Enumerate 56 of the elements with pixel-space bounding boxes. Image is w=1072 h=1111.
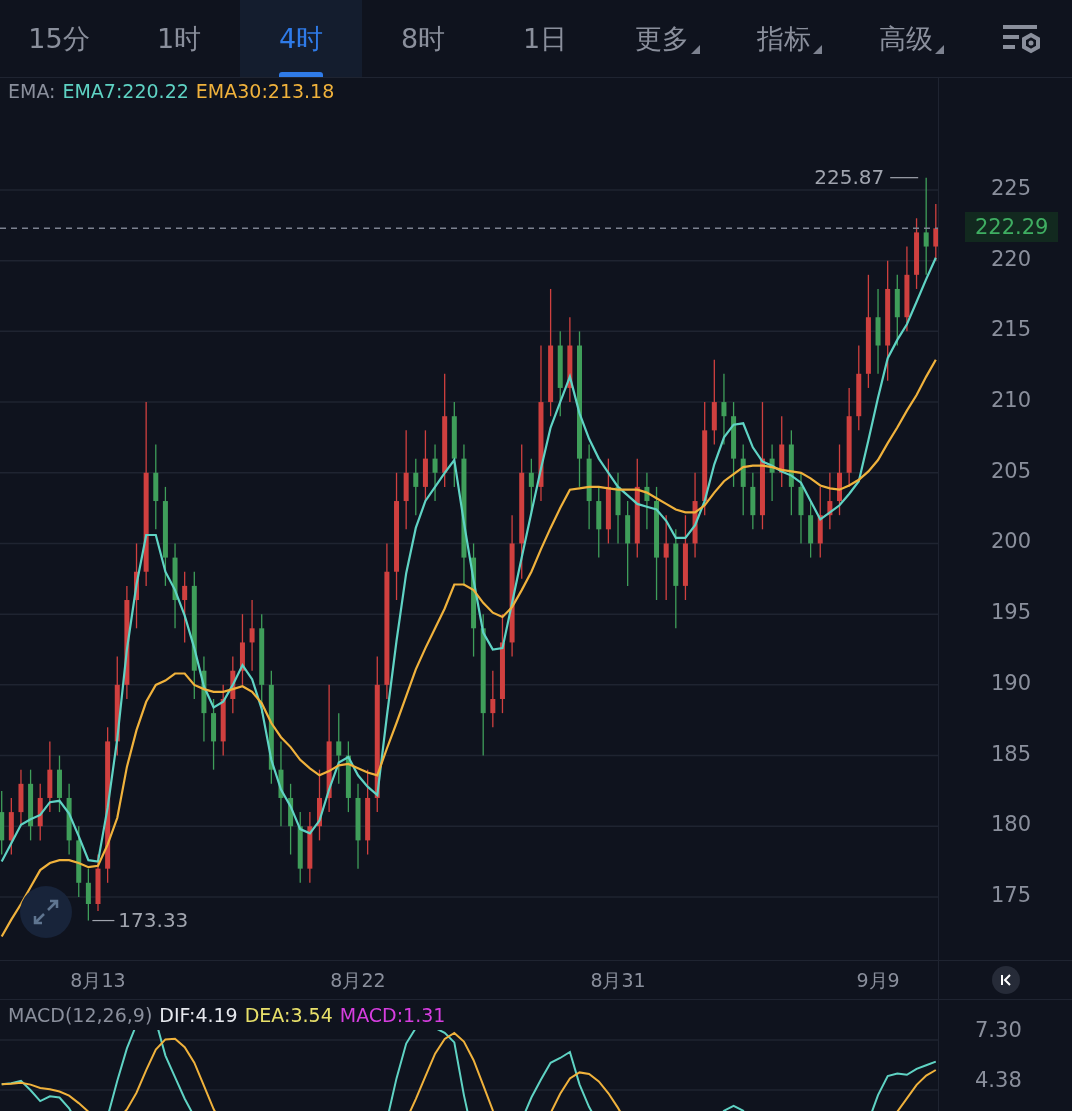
candlestick [37,783,43,842]
price-axis-label: 205 [991,458,1032,483]
macd-legend-value: MACD:1.31 [339,1004,446,1026]
timeframe-tab[interactable]: 8时 [362,0,484,77]
price-axis-label: 190 [991,670,1032,695]
candlestick [808,500,814,559]
macd-legend-value: DIF:4.19 [159,1004,238,1026]
date-axis-label: 8月13 [70,968,126,993]
candlestick [432,443,438,502]
macd-axis-label: 4.38 [975,1068,1022,1092]
price-axis-label: 215 [991,317,1032,342]
timeframe-tab[interactable]: 高级 [850,0,972,77]
macd-legend-value: MACD(12,26,9) [8,1004,153,1026]
low-price-label: 173.33 [118,907,189,932]
candlestick [85,868,91,922]
timeframe-tab[interactable]: 4时 [240,0,362,77]
high-price-label: 225.87 [814,164,885,189]
ema-value: EMA7:220.22 [62,80,189,102]
candlestick [827,472,833,530]
candlestick [0,790,5,856]
price-axis-label: 210 [991,388,1032,413]
last-price-tag: 222.29 [965,212,1059,243]
timeframe-tab[interactable]: 更多 [606,0,728,77]
macd-axis-label: 7.30 [975,1018,1022,1042]
macd-legend-value: DEA:3.54 [244,1004,333,1026]
price-axis-label: 175 [991,882,1032,907]
price-axis-label: 180 [991,812,1032,837]
date-axis-label: 8月31 [590,968,646,993]
price-axis-label: 195 [991,600,1032,625]
expand-button[interactable] [20,886,72,938]
jump-to-latest-button[interactable] [991,966,1020,994]
expand-arrows-icon [32,898,60,926]
timeframe-tab[interactable]: 1日 [484,0,606,77]
timeframe-tab[interactable]: 1时 [118,0,240,77]
price-axis-label: 200 [991,529,1032,554]
candlestick [57,754,62,813]
ema-value: EMA30:213.18 [195,80,335,102]
timeframe-tab[interactable]: 指标 [728,0,850,77]
indicator-name: EMA: [8,80,56,102]
price-axis-label: 220 [991,246,1032,271]
candlestick [644,472,650,530]
leader-line [91,919,115,922]
candlestick [490,670,496,728]
price-axis-label: 185 [991,741,1032,766]
candlestick [750,472,756,530]
date-axis-label: 8月22 [330,968,386,993]
skip-to-end-icon [999,974,1012,986]
candlestick [8,797,14,856]
candlestick [769,443,775,502]
leader-line [889,177,919,179]
candlestick [413,458,419,516]
candlestick [18,769,24,827]
timeframe-tab[interactable]: 15分 [0,0,118,77]
candlestick [95,853,101,912]
date-axis-label: 9月9 [856,968,900,993]
price-axis-label: 225 [991,175,1032,200]
